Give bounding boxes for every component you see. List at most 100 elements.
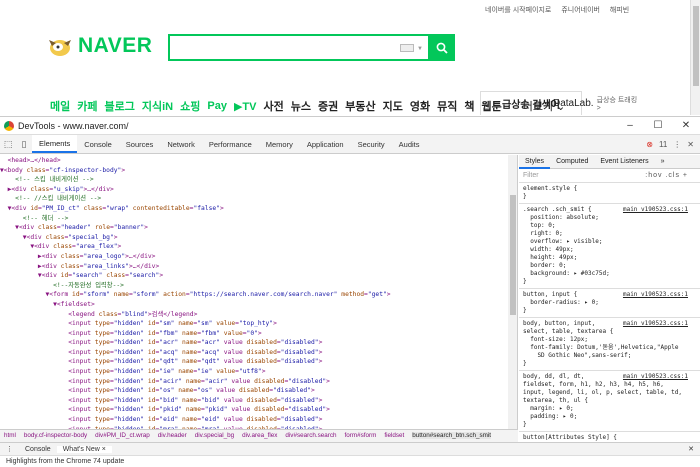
nav-item[interactable]: 증권 <box>318 98 338 114</box>
style-rule[interactable]: element.style { } <box>519 183 700 204</box>
nav-item[interactable]: 지식iN <box>142 98 173 114</box>
nav-item[interactable]: 부동산 <box>345 98 375 114</box>
tab-security[interactable]: Security <box>351 135 392 153</box>
breadcrumb-item[interactable]: html <box>4 432 16 439</box>
top-link[interactable]: 쥬니어네이버 <box>561 7 600 14</box>
error-icon[interactable]: ⊗ <box>646 140 653 149</box>
dom-node[interactable]: <input type="hidden" id="pkid" name="pki… <box>0 405 517 415</box>
breadcrumb-item[interactable]: fieldset <box>384 432 404 439</box>
dom-node[interactable]: ▶<div class="area_logo">…</div> <box>0 252 517 262</box>
tab-memory[interactable]: Memory <box>259 135 300 153</box>
dom-node[interactable]: <input type="hidden" id="os" name="os" v… <box>0 386 517 396</box>
dom-node[interactable]: <legend class="blind">검색</legend> <box>0 310 517 320</box>
breadcrumb-item[interactable]: div#search.search <box>285 432 336 439</box>
breadcrumb-item[interactable]: div.area_flex <box>242 432 277 439</box>
minimize-button[interactable]: – <box>616 120 644 131</box>
breadcrumb-item[interactable]: div.special_bg <box>195 432 234 439</box>
nav-item[interactable]: 블로그 <box>105 98 135 114</box>
top-link[interactable]: 해피빈 <box>610 7 629 14</box>
dom-node[interactable]: <!-- 스킵 내비게이션 --> <box>0 175 517 185</box>
style-rule[interactable]: .search .sch_smit { position: absolute; … <box>519 204 700 289</box>
dom-node[interactable]: <input type="hidden" id="acq" name="acq"… <box>0 348 517 358</box>
nav-item[interactable]: 지도 <box>383 98 403 114</box>
tab-event-listeners[interactable]: Event Listeners <box>594 158 654 165</box>
dom-node[interactable]: <!-- //스킵 내비게이션 --> <box>0 194 517 204</box>
dom-node[interactable]: <input type="hidden" id="acir" name="aci… <box>0 377 517 387</box>
breadcrumb-item[interactable]: div.header <box>158 432 187 439</box>
style-source-link[interactable]: main_v190523.css:1 <box>623 320 688 328</box>
dom-node[interactable]: ▶<div class="u_skip">…</div> <box>0 185 517 195</box>
keyboard-icon[interactable] <box>400 44 414 52</box>
style-rule[interactable]: body, button, input, select, table, text… <box>519 318 700 371</box>
nav-item[interactable]: 카페 <box>77 98 97 114</box>
tab-elements[interactable]: Elements <box>32 135 78 153</box>
tab-computed[interactable]: Computed <box>550 158 594 165</box>
dom-node[interactable]: <input type="hidden" id="sm" name="sm" v… <box>0 319 517 329</box>
breadcrumb-item[interactable]: button#search_btn.sch_smit <box>412 432 492 439</box>
dom-node[interactable]: <input type="hidden" id="fbm" name="fbm"… <box>0 329 517 339</box>
breadcrumb-item[interactable]: div#PM_ID_ct.wrap <box>95 432 150 439</box>
dom-scrollbar[interactable] <box>508 155 517 429</box>
filter-tools[interactable]: :hov .cls + <box>645 172 700 179</box>
dom-node[interactable]: <input type="hidden" id="eid" name="eid"… <box>0 415 517 425</box>
dom-node[interactable]: <input type="hidden" id="ie" name="ie" v… <box>0 367 517 377</box>
dom-node[interactable]: <!--자동완성 입력창--> <box>0 281 517 291</box>
close-icon[interactable]: ✕ <box>687 140 694 149</box>
naver-logo[interactable]: NAVER <box>46 34 152 58</box>
nav-item[interactable]: Pay <box>207 100 227 112</box>
nav-item-tv[interactable]: ▶TV <box>234 100 257 113</box>
drawer-menu-icon[interactable]: ⋮ <box>0 445 19 453</box>
filter-input[interactable]: Filter <box>523 172 539 179</box>
tab-console[interactable]: Console <box>77 135 119 153</box>
dom-node[interactable]: <input type="hidden" id="acr" name="acr"… <box>0 338 517 348</box>
dom-node[interactable]: ▶<div class="area_links">…</div> <box>0 262 517 272</box>
dom-tree[interactable]: <head>…</head> ▼<body class="cf-inspector… <box>0 155 518 429</box>
drawer-close-icon[interactable]: ✕ <box>682 445 700 453</box>
nav-item[interactable]: 영화 <box>410 98 430 114</box>
dom-node[interactable]: ▼<form id="sform" name="sform" action="h… <box>0 290 517 300</box>
page-scrollbar[interactable] <box>690 0 700 115</box>
style-source-link[interactable]: main_v190523.css:1 <box>623 373 688 381</box>
nav-item[interactable]: 쇼핑 <box>180 98 200 114</box>
style-rule[interactable]: button, input { border-radius: ▸ 0; } mai… <box>519 289 700 318</box>
style-source-link[interactable]: main_v190523.css:1 <box>623 206 688 214</box>
style-rule[interactable]: body, dd, dl, dt, fieldset, form, h1, h2… <box>519 371 700 432</box>
drawer-tab-console[interactable]: Console <box>19 446 57 453</box>
nav-item[interactable]: 뮤직 <box>437 98 457 114</box>
tab-performance[interactable]: Performance <box>202 135 259 153</box>
device-toolbar-icon[interactable]: ▯ <box>16 135 32 153</box>
close-button[interactable]: ✕ <box>672 120 700 131</box>
nav-item[interactable]: 책 <box>464 98 474 114</box>
tab-audits[interactable]: Audits <box>392 135 427 153</box>
style-source-link[interactable]: main_v190523.css:1 <box>623 291 688 299</box>
caret-down-icon[interactable]: ▼ <box>417 46 423 52</box>
breadcrumb-item[interactable]: form#sform <box>345 432 377 439</box>
scroll-thumb[interactable] <box>693 6 699 86</box>
inspect-element-icon[interactable]: ⬚ <box>0 135 16 153</box>
styles-filter[interactable]: Filter :hov .cls + <box>519 169 700 183</box>
error-count[interactable]: 11 <box>659 140 667 149</box>
nav-item[interactable]: 사전 <box>263 98 283 114</box>
dom-node[interactable]: ▼<div class="area_flex"> <box>0 242 517 252</box>
style-rule[interactable]: button[Attributes Style] { -webkit-user-… <box>519 432 700 442</box>
search-button[interactable] <box>428 34 455 61</box>
dom-node[interactable]: ▼<fieldset> <box>0 300 517 310</box>
dom-node[interactable]: ▼<div id="PM_ID_ct" class="wrap" content… <box>0 204 517 214</box>
datalab-tab[interactable]: DataLab. 급상승 트래킹 > <box>553 91 639 115</box>
nav-item[interactable]: 뉴스 <box>291 98 311 114</box>
scroll-thumb[interactable] <box>510 195 516 315</box>
tab-sources[interactable]: Sources <box>119 135 161 153</box>
nav-item[interactable]: 메일 <box>50 98 70 114</box>
breadcrumb-item[interactable]: body.cf-inspector-body <box>24 432 87 439</box>
more-tabs-icon[interactable]: » <box>655 158 671 165</box>
dom-node[interactable]: ▼<div class="special_bg"> <box>0 233 517 243</box>
search-input[interactable] <box>176 36 396 59</box>
dom-node[interactable]: ▼<body class="cf-inspector-body"> <box>0 166 517 176</box>
top-link[interactable]: 네이버를 시작페이지로 <box>485 7 551 14</box>
dom-node[interactable]: <input type="hidden" id="bid" name="bid"… <box>0 396 517 406</box>
drawer-tab-whats-new[interactable]: What's New × <box>56 445 112 453</box>
tab-styles[interactable]: Styles <box>519 155 551 169</box>
dom-node[interactable]: <input type="hidden" id="qdt" name="qdt"… <box>0 357 517 367</box>
dom-node[interactable]: <head>…</head> <box>0 156 517 166</box>
dom-node[interactable]: <!-- 헤더 --> <box>0 214 517 224</box>
